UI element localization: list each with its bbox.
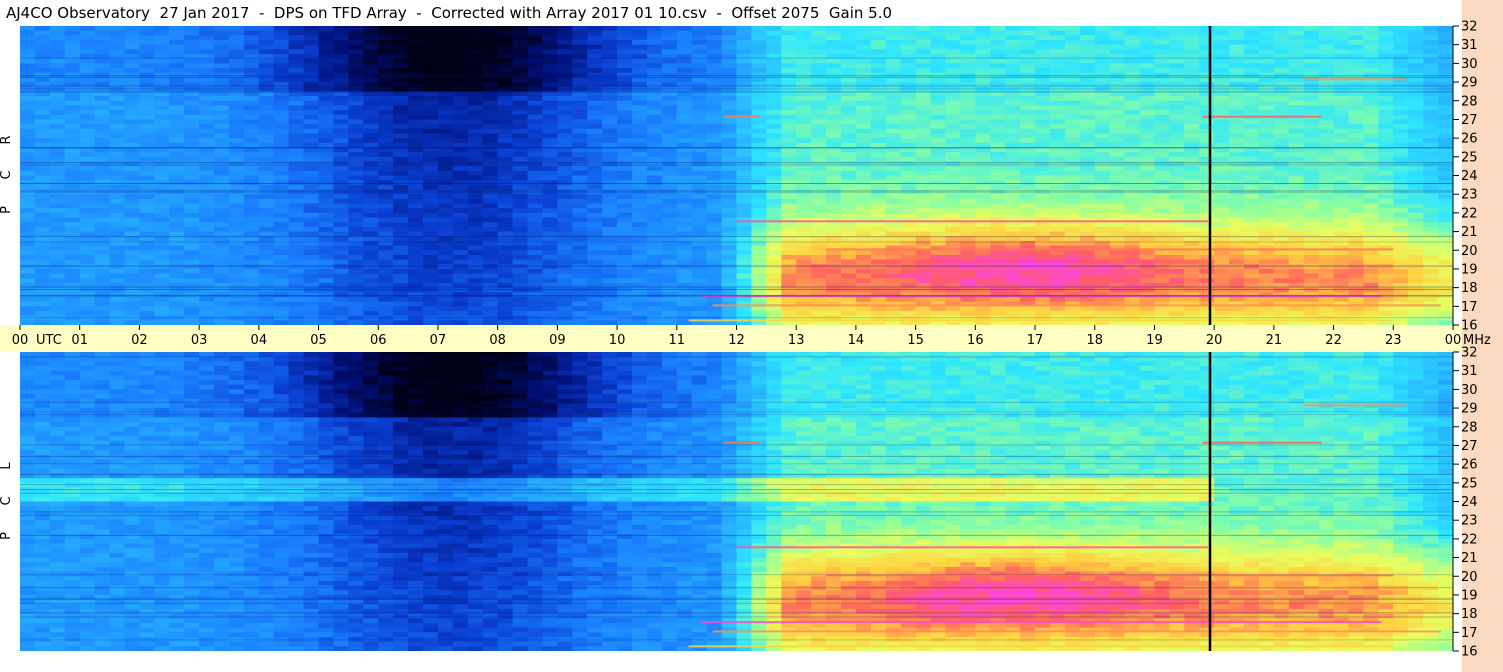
chart-title: AJ4CO Observatory 27 Jan 2017 - DPS on T…: [0, 0, 1462, 26]
spectrogram-panel-lcp: [20, 352, 1453, 651]
time-axis-band: [0, 325, 1462, 352]
spectrogram-panel-rcp: [20, 26, 1453, 325]
frequency-axis-strip: [1462, 0, 1503, 672]
